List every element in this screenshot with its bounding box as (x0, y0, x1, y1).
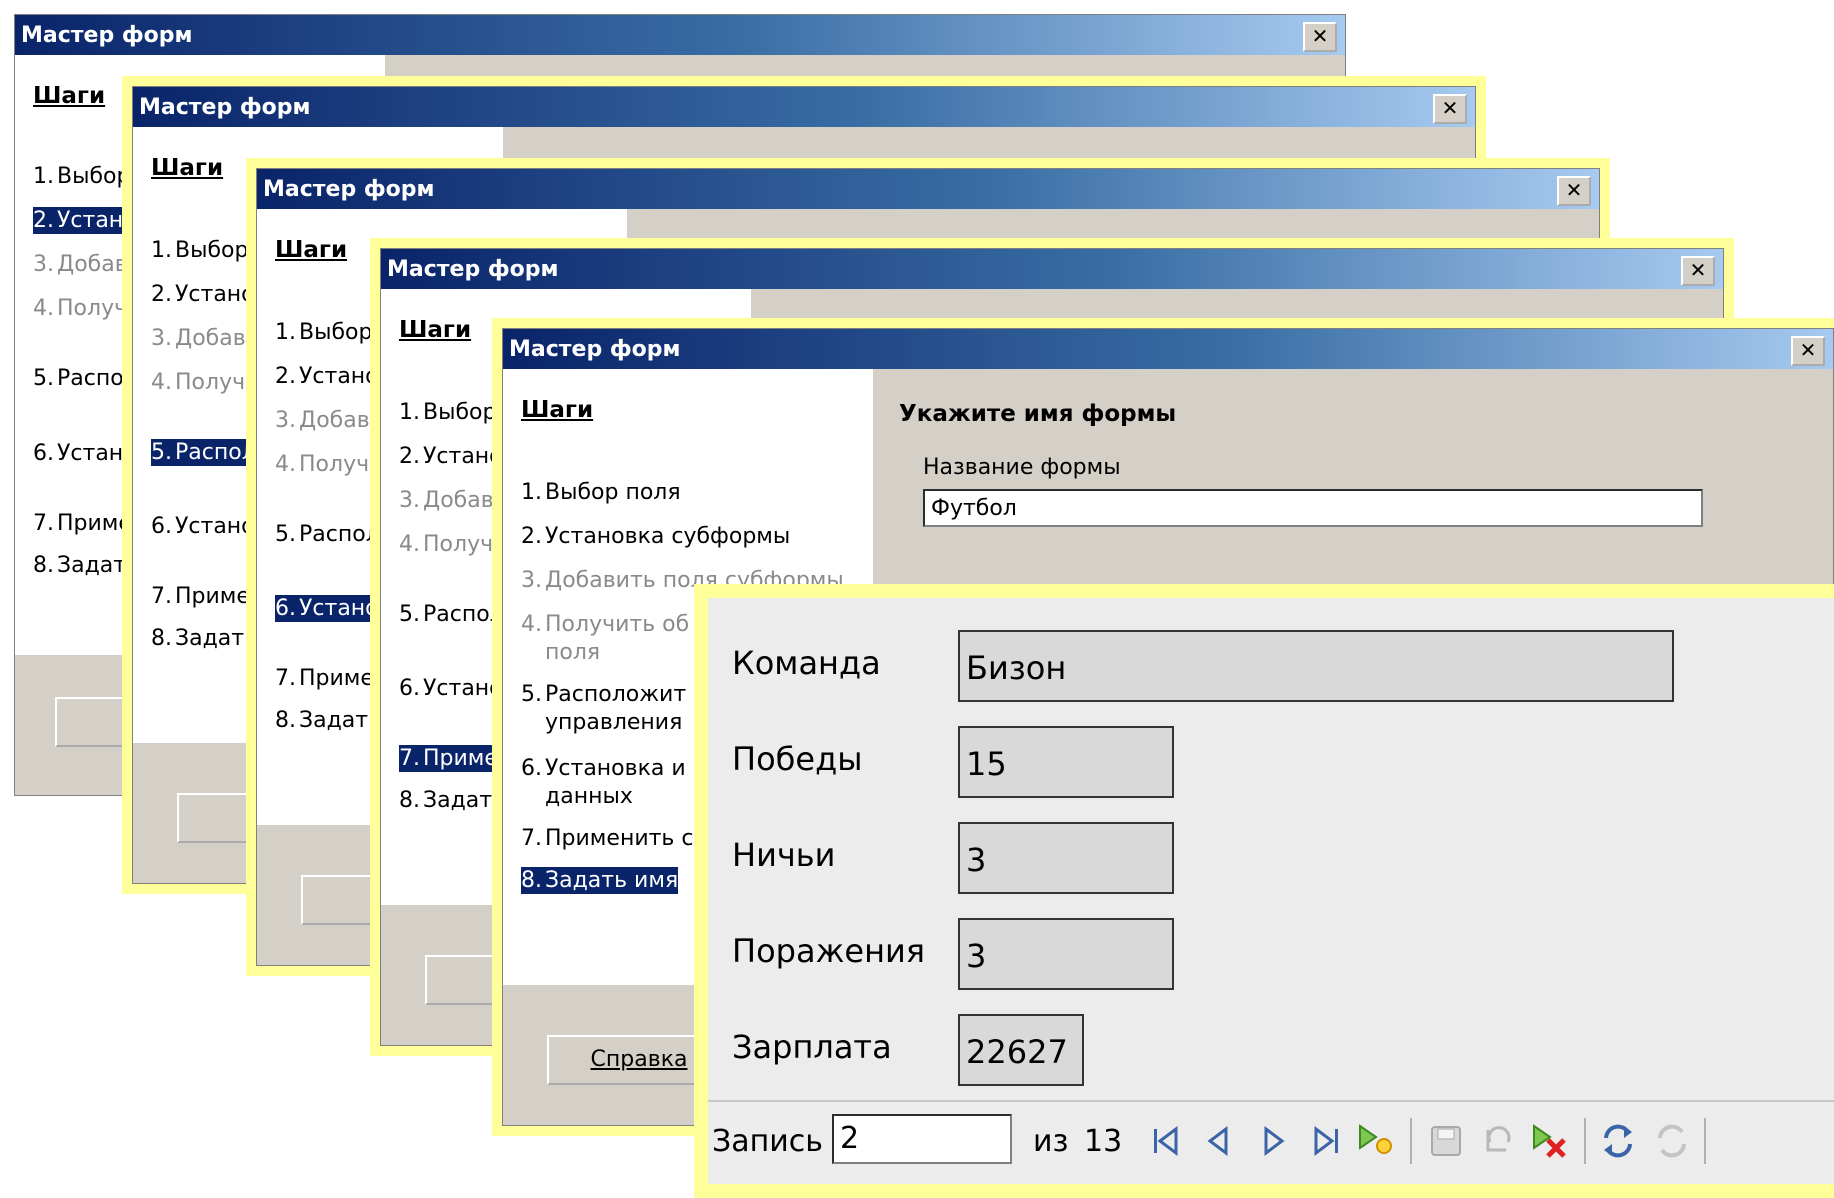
field-input-draws[interactable]: 3 (958, 822, 1174, 894)
title-bar[interactable]: Мастер форм ✕ (15, 15, 1345, 55)
dialog-title: Мастер форм (139, 95, 311, 120)
close-icon[interactable]: ✕ (1303, 22, 1337, 52)
step-6[interactable]: 6.Установка и (521, 755, 686, 782)
record-number-input[interactable]: 2 (832, 1114, 1012, 1164)
dialog-title: Мастер форм (263, 177, 435, 202)
toolbar-separator (1410, 1118, 1412, 1164)
step-4: 4.Получить об (521, 612, 690, 637)
steps-header: Шаги (33, 83, 106, 109)
record-label: Запись (712, 1124, 823, 1159)
step-7[interactable]: 7.Применить с (521, 825, 694, 852)
form-name-input[interactable]: Футбол (923, 489, 1703, 527)
record-total: 13 (1084, 1124, 1123, 1159)
step-5-cont: управления (545, 710, 683, 735)
steps-header: Шаги (399, 317, 472, 343)
last-record-icon[interactable] (1306, 1120, 1346, 1162)
first-record-icon[interactable] (1146, 1120, 1186, 1162)
step-8[interactable]: 8.Задать имя (521, 867, 679, 894)
field-label-salary: Зарплата (732, 1028, 892, 1066)
form-preview: Команда Бизон Победы 15 Ничьи 3 Поражени… (694, 584, 1834, 1198)
field-input-wins[interactable]: 15 (958, 726, 1174, 798)
field-label-team: Команда (732, 644, 881, 682)
close-icon[interactable]: ✕ (1791, 336, 1825, 366)
title-bar[interactable]: Мастер форм ✕ (503, 329, 1833, 369)
of-label: из (1033, 1124, 1069, 1159)
undo-icon[interactable] (1478, 1120, 1518, 1162)
steps-header: Шаги (151, 155, 224, 181)
refresh-control-icon[interactable] (1652, 1120, 1692, 1162)
refresh-icon[interactable] (1598, 1120, 1638, 1162)
form-name-heading: Укажите имя формы (899, 401, 1177, 427)
title-bar[interactable]: Мастер форм ✕ (133, 87, 1475, 127)
close-icon[interactable]: ✕ (1557, 176, 1591, 206)
field-input-losses[interactable]: 3 (958, 918, 1174, 990)
previous-record-icon[interactable] (1198, 1120, 1238, 1162)
toolbar-separator (1704, 1118, 1706, 1164)
next-record-icon[interactable] (1254, 1120, 1294, 1162)
close-icon[interactable]: ✕ (1681, 256, 1715, 286)
delete-record-icon[interactable] (1530, 1120, 1570, 1162)
title-bar[interactable]: Мастер форм ✕ (257, 169, 1599, 209)
field-label-draws: Ничьи (732, 836, 836, 874)
step-2[interactable]: 2.Установка субформы (521, 523, 790, 550)
record-navigator: Запись 2 из 13 (708, 1100, 1834, 1184)
steps-header: Шаги (275, 237, 348, 263)
step-4-cont: поля (545, 640, 601, 665)
dialog-title: Мастер форм (387, 257, 559, 282)
close-icon[interactable]: ✕ (1433, 94, 1467, 124)
field-input-team[interactable]: Бизон (958, 630, 1674, 702)
title-bar[interactable]: Мастер форм ✕ (381, 249, 1723, 289)
field-input-salary[interactable]: 22627 (958, 1014, 1084, 1086)
steps-header: Шаги (521, 397, 594, 423)
field-label-losses: Поражения (732, 932, 926, 970)
save-record-icon[interactable] (1426, 1120, 1466, 1162)
dialog-title: Мастер форм (509, 337, 681, 362)
step-6-cont: данных (545, 784, 633, 809)
form-name-label: Название формы (923, 455, 1121, 480)
step-5[interactable]: 5.Расположит (521, 681, 686, 708)
dialog-title: Мастер форм (21, 23, 193, 48)
step-1[interactable]: 1.Выбор поля (521, 479, 681, 506)
new-record-icon[interactable] (1356, 1120, 1396, 1162)
field-label-wins: Победы (732, 740, 863, 778)
toolbar-separator (1584, 1118, 1586, 1164)
